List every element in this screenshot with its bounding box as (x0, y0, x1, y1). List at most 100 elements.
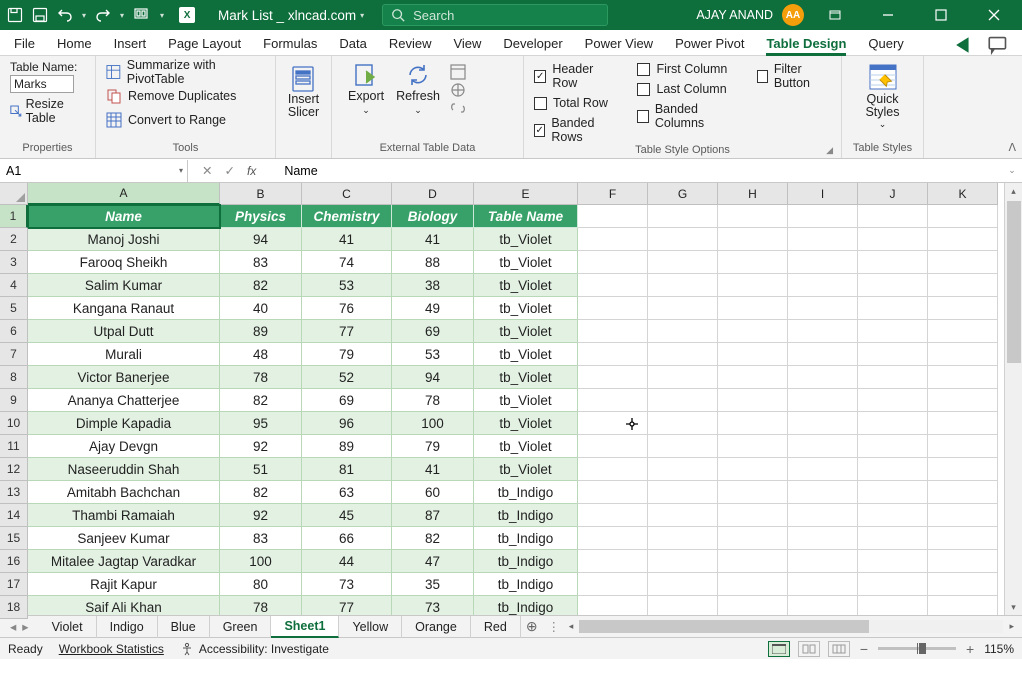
cell[interactable] (648, 389, 718, 412)
cell[interactable] (928, 504, 998, 527)
table-cell[interactable]: 78 (220, 366, 302, 389)
table-cell[interactable]: tb_Indigo (474, 527, 578, 550)
cell[interactable] (648, 274, 718, 297)
cell[interactable] (928, 435, 998, 458)
zoom-slider[interactable] (878, 647, 956, 650)
cell[interactable] (718, 320, 788, 343)
table-cell[interactable]: 82 (220, 274, 302, 297)
table-cell[interactable]: tb_Violet (474, 389, 578, 412)
cell[interactable] (858, 550, 928, 573)
cell[interactable] (648, 297, 718, 320)
add-sheet-button[interactable]: ⊕ (521, 618, 543, 635)
table-cell[interactable]: tb_Indigo (474, 573, 578, 596)
table-cell[interactable]: tb_Violet (474, 228, 578, 251)
cell[interactable] (788, 596, 858, 615)
tab-page-layout[interactable]: Page Layout (168, 32, 241, 55)
cell[interactable] (928, 297, 998, 320)
ribbon-display-icon[interactable] (813, 0, 857, 30)
table-cell[interactable]: 52 (302, 366, 392, 389)
table-cell[interactable]: 40 (220, 297, 302, 320)
table-cell[interactable]: 63 (302, 481, 392, 504)
cell[interactable] (928, 412, 998, 435)
table-cell[interactable]: tb_Violet (474, 412, 578, 435)
table-cell[interactable]: tb_Violet (474, 458, 578, 481)
cell[interactable] (578, 481, 648, 504)
cell[interactable] (578, 343, 648, 366)
table-cell[interactable]: Saif Ali Khan (28, 596, 220, 615)
user-name[interactable]: AJAY ANAND (696, 8, 773, 22)
cell[interactable] (858, 573, 928, 596)
table-cell[interactable]: tb_Violet (474, 297, 578, 320)
cell[interactable] (648, 504, 718, 527)
cell[interactable] (858, 435, 928, 458)
table-cell[interactable]: 74 (302, 251, 392, 274)
quick-styles-button[interactable]: Quick Styles⌄ (852, 60, 913, 130)
row-header[interactable]: 8 (0, 366, 28, 389)
cell[interactable] (578, 412, 648, 435)
cell[interactable] (928, 251, 998, 274)
enter-formula-icon[interactable]: ✓ (224, 163, 234, 178)
cell[interactable] (858, 205, 928, 228)
total-row-checkbox[interactable]: Total Row (534, 96, 617, 110)
table-cell[interactable]: tb_Violet (474, 366, 578, 389)
row-header[interactable]: 12 (0, 458, 28, 481)
table-cell[interactable]: Ajay Devgn (28, 435, 220, 458)
cell[interactable] (578, 596, 648, 615)
cell[interactable] (578, 458, 648, 481)
banded-columns-checkbox[interactable]: Banded Columns (637, 102, 736, 130)
table-cell[interactable]: 51 (220, 458, 302, 481)
cell[interactable] (858, 481, 928, 504)
row-header[interactable]: 10 (0, 412, 28, 435)
table-cell[interactable]: 69 (302, 389, 392, 412)
cell[interactable] (788, 389, 858, 412)
cell[interactable] (648, 550, 718, 573)
cell[interactable] (858, 504, 928, 527)
row-header[interactable]: 13 (0, 481, 28, 504)
cell[interactable] (718, 251, 788, 274)
table-cell[interactable]: 53 (302, 274, 392, 297)
table-cell[interactable]: 88 (392, 251, 474, 274)
cell[interactable] (578, 274, 648, 297)
convert-range-button[interactable]: Convert to Range (106, 108, 265, 132)
table-cell[interactable]: 94 (220, 228, 302, 251)
last-column-checkbox[interactable]: Last Column (637, 82, 736, 96)
row-header[interactable]: 14 (0, 504, 28, 527)
zoom-level[interactable]: 115% (984, 642, 1014, 656)
tab-insert[interactable]: Insert (114, 32, 147, 55)
column-header[interactable]: B (220, 183, 302, 205)
table-cell[interactable]: Manoj Joshi (28, 228, 220, 251)
row-header[interactable]: 9 (0, 389, 28, 412)
tab-home[interactable]: Home (57, 32, 92, 55)
sheet-tab-red[interactable]: Red (471, 616, 521, 638)
normal-view-button[interactable] (768, 641, 790, 657)
column-header[interactable]: D (392, 183, 474, 205)
cell[interactable] (788, 228, 858, 251)
column-header[interactable]: K (928, 183, 998, 205)
cell[interactable] (648, 205, 718, 228)
cell[interactable] (718, 274, 788, 297)
page-layout-view-button[interactable] (798, 641, 820, 657)
table-cell[interactable]: Murali (28, 343, 220, 366)
cell[interactable] (788, 320, 858, 343)
cell[interactable] (648, 458, 718, 481)
column-header[interactable]: I (788, 183, 858, 205)
summarize-pivot-button[interactable]: Summarize with PivotTable (106, 60, 265, 84)
filter-button-checkbox[interactable]: Filter Button (757, 62, 831, 90)
sheet-tab-yellow[interactable]: Yellow (339, 616, 402, 638)
table-cell[interactable]: Rajit Kapur (28, 573, 220, 596)
table-header-cell[interactable]: Biology (392, 205, 474, 228)
zoom-in-button[interactable]: + (964, 641, 976, 657)
table-cell[interactable]: 82 (220, 481, 302, 504)
cell[interactable] (928, 389, 998, 412)
cell[interactable] (718, 458, 788, 481)
cell[interactable] (788, 573, 858, 596)
collapse-ribbon-icon[interactable]: ᐱ (1008, 141, 1016, 154)
cell[interactable] (788, 343, 858, 366)
table-cell[interactable]: 82 (220, 389, 302, 412)
cell[interactable] (648, 320, 718, 343)
row-header[interactable]: 7 (0, 343, 28, 366)
comments-icon[interactable] (988, 35, 1008, 55)
table-cell[interactable]: 73 (392, 596, 474, 615)
table-cell[interactable]: Salim Kumar (28, 274, 220, 297)
minimize-button[interactable] (866, 0, 910, 30)
